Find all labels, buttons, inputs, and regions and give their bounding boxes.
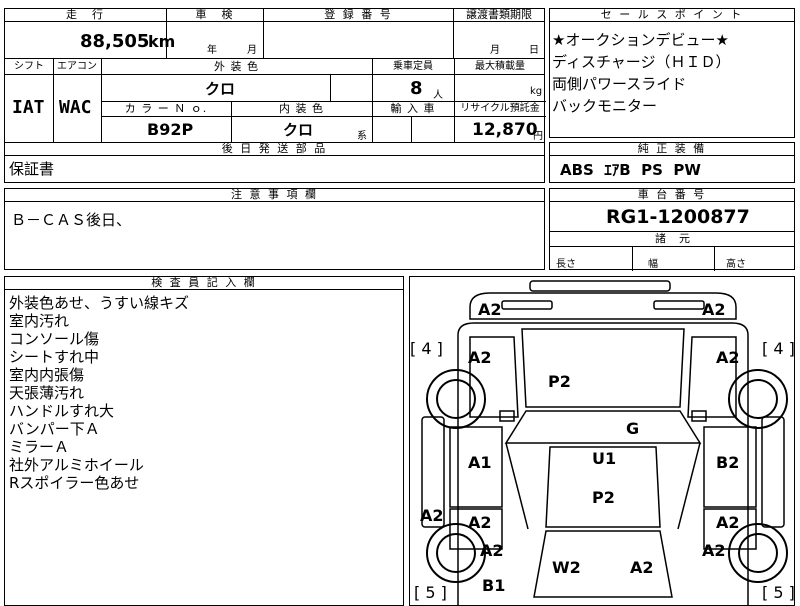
capacity-value: 8: [410, 78, 423, 99]
cautions-value: Ｂ－ＣＡＳ後日、: [11, 211, 132, 229]
mark-fender-front-right: A2: [716, 348, 740, 367]
transfer-header: 譲渡書類期限: [454, 9, 544, 22]
later-parts-header: 後 日 発 送 部 品: [5, 143, 544, 156]
inspector-note-line: コンソール傷: [9, 330, 100, 348]
inspector-note-line: ミラーＡ: [9, 438, 70, 456]
sales-point-line: ★オークションデビュー★: [552, 31, 729, 49]
mileage-header: 走 行: [5, 9, 166, 22]
transfer-day: 日: [529, 45, 539, 56]
inspector-note-line: シートすれ中: [9, 348, 100, 366]
mark-fender-front-left: A2: [468, 348, 492, 367]
mileage-cell: 走 行 88,505 km: [4, 8, 175, 59]
sales-point-line: バックモニター: [552, 97, 658, 115]
color-no-value: B92P: [147, 120, 194, 139]
aircon-value: WAC: [59, 97, 92, 118]
mark-bumper-front-left: A2: [478, 300, 502, 319]
width-label: 幅: [648, 259, 658, 270]
registration-cell: 登 録 番 号: [263, 8, 454, 59]
recycle-header: リサイクル預託金: [460, 103, 540, 114]
mark-bumper-rear-left: B1: [482, 576, 506, 595]
exterior-color-value: クロ: [205, 80, 236, 98]
tire-rear-right-label: [ 5 ]: [762, 583, 795, 602]
exterior-color-header: 外 装 色: [214, 60, 259, 73]
inspector-notes-cell: 検 査 員 記 入 欄 外装色あせ、うすい線キズ 室内汚れ コンソール傷 シート…: [4, 276, 404, 606]
inspector-note-line: 室内内張傷: [9, 366, 85, 384]
mark-door-front-right: B2: [716, 453, 740, 472]
transfer-month: 月: [490, 45, 500, 56]
recycle-unit: 円: [533, 131, 543, 142]
inspection-year: 年: [207, 45, 217, 56]
registration-header: 登 録 番 号: [264, 9, 453, 22]
sales-points-cell: セ ー ル ス ポ イ ン ト ★オークションデビュー★ ディスチャージ（ＨＩＤ…: [549, 8, 795, 138]
inspector-note-line: ハンドルすれ大: [9, 402, 115, 420]
mark-door-rear-right: A2: [716, 513, 740, 532]
genuine-equipment-value: ABS ｴｱB PS PW: [560, 161, 701, 179]
transfer-cell: 譲渡書類期限 月 日: [453, 8, 545, 59]
maxload-header: 最大積載量: [475, 61, 525, 72]
inspector-note-line: 社外アルミホイール: [9, 456, 144, 474]
mileage-value: 88,505: [80, 31, 150, 52]
later-parts-cell: 後 日 発 送 部 品 保証書: [4, 142, 545, 183]
maxload-unit: kg: [530, 86, 543, 97]
mark-windshield: G: [626, 419, 640, 438]
inspector-note-line: Rスポイラー色あせ: [9, 474, 140, 492]
inspector-note-line: 天張薄汚れ: [9, 384, 85, 402]
length-label: 長さ: [556, 259, 576, 270]
car-damage-diagram: [ 4 ] [ 4 ] [ 5 ] [ 5 ] A2 A2 A2 A2 P2 G…: [409, 276, 795, 606]
import-header: 輸 入 車: [390, 102, 436, 115]
genuine-equipment-cell: 純 正 装 備 ABS ｴｱB PS PW: [549, 142, 795, 183]
chassis-cell: 車 台 番 号 RG1-1200877 諸 元 長さ 幅 高さ: [549, 188, 795, 271]
tire-front-left-label: [ 4 ]: [410, 339, 443, 358]
recycle-value: 12,870: [472, 120, 538, 140]
shift-value: IAT: [12, 97, 45, 118]
chassis-header: 車 台 番 号: [550, 189, 794, 202]
mark-roof-rear: P2: [592, 488, 615, 507]
genuine-equipment-header: 純 正 装 備: [550, 143, 794, 156]
tire-rear-left-label: [ 5 ]: [414, 583, 447, 602]
mark-door-front-left: A1: [468, 453, 492, 472]
inspection-month: 月: [247, 45, 257, 56]
interior-suffix: 系: [357, 131, 367, 142]
mark-rear-window: W2: [552, 558, 581, 577]
cautions-cell: 注 意 事 項 欄 Ｂ－ＣＡＳ後日、: [4, 188, 545, 270]
cautions-header: 注 意 事 項 欄: [5, 189, 544, 202]
sales-point-line: ディスチャージ（ＨＩＤ）: [552, 53, 731, 71]
chassis-value: RG1-1200877: [606, 206, 750, 228]
height-label: 高さ: [726, 259, 746, 270]
inspection-cell: 車 検 年 月: [166, 8, 264, 59]
aircon-header: エアコン: [57, 61, 97, 72]
tire-front-right-icon: [728, 369, 788, 429]
interior-color-value: クロ: [283, 121, 314, 139]
mark-roof: U1: [592, 449, 617, 468]
inspector-note-line: 室内汚れ: [9, 312, 70, 330]
color-no-header: カ ラ ー Ｎ ｏ.: [124, 102, 208, 115]
tire-front-right-label: [ 4 ]: [762, 339, 795, 358]
later-parts-value: 保証書: [9, 160, 55, 178]
inspector-note-line: 外装色あせ、うすい線キズ: [9, 294, 190, 312]
inspection-header: 車 検: [167, 9, 263, 22]
mark-quarter-right: A2: [702, 541, 726, 560]
inspector-notes-header: 検 査 員 記 入 欄: [5, 277, 403, 290]
spec-table: シフト エアコン 外 装 色 乗車定員 最大積載量 IAT WAC クロ 8 人…: [4, 58, 546, 144]
tire-front-left-icon: [426, 369, 486, 429]
capacity-header: 乗車定員: [393, 61, 433, 72]
dimensions-header: 諸 元: [655, 232, 691, 245]
mark-trunk: A2: [630, 558, 654, 577]
capacity-unit: 人: [433, 90, 443, 101]
sales-points-header: セ ー ル ス ポ イ ン ト: [550, 9, 794, 22]
sales-point-line: 両側パワースライド: [552, 75, 687, 93]
mark-rocker-left: A2: [420, 506, 444, 525]
mark-bumper-front-right: A2: [702, 300, 726, 319]
inspector-note-line: バンパー下Ａ: [9, 420, 100, 438]
mark-hood: P2: [548, 372, 571, 391]
mark-quarter-left: A2: [480, 541, 504, 560]
shift-header: シフト: [14, 61, 44, 72]
interior-color-header: 内 装 色: [279, 102, 324, 115]
mark-door-rear-left: A2: [468, 513, 492, 532]
